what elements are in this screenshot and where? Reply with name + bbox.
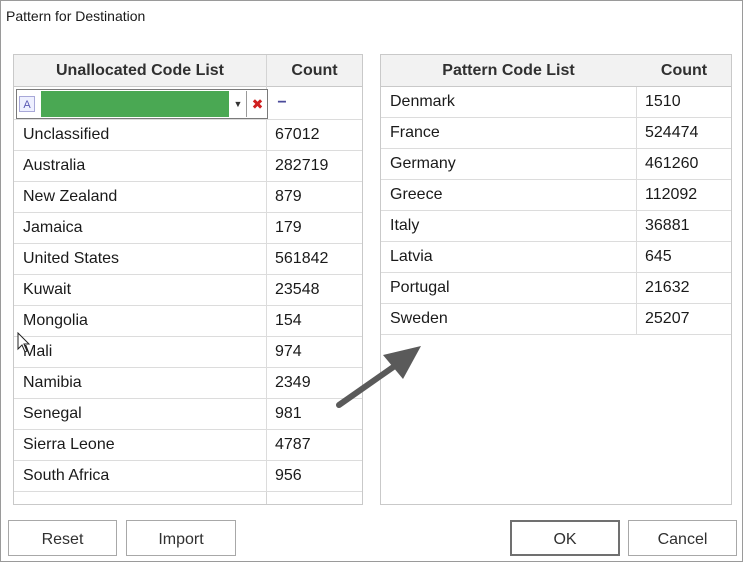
- dialog-title: Pattern for Destination: [6, 8, 146, 24]
- table-row[interactable]: Italy 36881: [381, 211, 731, 242]
- unallocated-grid-header: Unallocated Code List Count: [14, 55, 362, 87]
- row-name-cell: Latvia: [381, 242, 637, 272]
- row-count-cell: 25207: [645, 310, 690, 327]
- count-filter-minus[interactable]: −: [275, 89, 289, 117]
- filter-value-field[interactable]: [41, 91, 229, 117]
- row-count-cell: 154: [275, 312, 302, 329]
- row-name-cell: Mongolia: [14, 306, 267, 336]
- table-row[interactable]: Unclassified 67012: [14, 120, 362, 151]
- filter-operator-icon[interactable]: A: [19, 96, 35, 112]
- ok-button[interactable]: OK: [510, 520, 620, 556]
- table-row[interactable]: Greece 112092: [381, 180, 731, 211]
- row-name-cell: Sierra Leone: [14, 430, 267, 460]
- cancel-button[interactable]: Cancel: [628, 520, 737, 556]
- row-count-cell: 1510: [645, 93, 681, 110]
- table-row[interactable]: Jamaica 179: [14, 213, 362, 244]
- row-count-cell: 23548: [275, 281, 320, 298]
- row-name-cell: New Zealand: [14, 182, 267, 212]
- table-row[interactable]: Australia 282719: [14, 151, 362, 182]
- clear-filter-icon[interactable]: ✖: [246, 91, 268, 117]
- row-name-cell: Senegal: [14, 399, 267, 429]
- mouse-cursor-icon: [17, 332, 31, 353]
- pattern-code-list-header[interactable]: Pattern Code List: [381, 55, 636, 86]
- import-button[interactable]: Import: [126, 520, 236, 556]
- table-row[interactable]: Namibia 2349: [14, 368, 362, 399]
- pattern-code-grid: Pattern Code List Count Denmark 1510 Franc…: [380, 54, 732, 505]
- row-count-cell: 4787: [275, 436, 311, 453]
- drag-arrow-icon: [336, 346, 421, 408]
- row-name-cell: Namibia: [14, 368, 267, 398]
- row-name-cell: Mali: [14, 337, 267, 367]
- row-name-cell: France: [381, 118, 637, 148]
- row-name-cell: Jamaica: [14, 213, 267, 243]
- row-name-cell: Sweden: [381, 304, 637, 334]
- row-count-cell: 524474: [645, 124, 699, 141]
- table-row[interactable]: New Zealand 879: [14, 182, 362, 213]
- row-count-cell: 645: [645, 248, 672, 265]
- row-name-cell: Australia: [14, 151, 267, 181]
- unallocated-code-list-header[interactable]: Unallocated Code List: [14, 55, 266, 86]
- row-name-cell: Unclassified: [14, 120, 267, 150]
- table-row[interactable]: Senegal 981: [14, 399, 362, 430]
- row-name-cell: Kuwait: [14, 275, 267, 305]
- reset-button[interactable]: Reset: [8, 520, 117, 556]
- table-row[interactable]: United States 561842: [14, 244, 362, 275]
- row-name-cell: United States: [14, 244, 267, 274]
- row-name-cell: Denmark: [381, 87, 637, 117]
- filter-input[interactable]: A ▼ ✖: [16, 89, 268, 119]
- row-count-cell: 67012: [275, 126, 320, 143]
- unallocated-code-grid: Unallocated Code List Count A ▼ ✖ − Uncl…: [13, 54, 363, 505]
- table-row[interactable]: Portugal 21632: [381, 273, 731, 304]
- table-row[interactable]: Mali 974: [14, 337, 362, 368]
- row-name-cell: Greece: [381, 180, 637, 210]
- table-row[interactable]: Germany 461260: [381, 149, 731, 180]
- row-count-cell: 879: [275, 188, 302, 205]
- filter-row: A ▼ ✖ −: [14, 87, 362, 120]
- table-row[interactable]: Sierra Leone 4787: [14, 430, 362, 461]
- pattern-rows: Denmark 1510 France 524474 Germany 461260 Gree…: [381, 87, 731, 335]
- pattern-grid-header: Pattern Code List Count: [381, 55, 731, 87]
- row-count-cell: 461260: [645, 155, 699, 172]
- row-count-cell: 21632: [645, 279, 690, 296]
- row-name-cell: Germany: [381, 149, 637, 179]
- table-row[interactable]: Kuwait 23548: [14, 275, 362, 306]
- row-count-cell: 36881: [645, 217, 690, 234]
- pattern-count-header[interactable]: Count: [637, 55, 731, 86]
- table-row[interactable]: Latvia 645: [381, 242, 731, 273]
- unallocated-count-header[interactable]: Count: [267, 55, 362, 86]
- row-count-cell: 112092: [645, 186, 698, 203]
- table-row[interactable]: Mongolia 154: [14, 306, 362, 337]
- row-count-cell: 561842: [275, 250, 329, 267]
- row-name-cell: Italy: [381, 211, 637, 241]
- table-row[interactable]: Sweden 25207: [381, 304, 731, 335]
- table-row[interactable]: South Africa 956: [14, 461, 362, 492]
- row-name-cell: South Africa: [14, 461, 267, 491]
- row-name-cell: Portugal: [381, 273, 637, 303]
- table-row[interactable]: Denmark 1510: [381, 87, 731, 118]
- row-count-cell: 282719: [275, 157, 329, 174]
- row-count-cell: 179: [275, 219, 302, 236]
- chevron-down-icon[interactable]: ▼: [231, 91, 245, 117]
- dialog-window: Pattern for Destination Unallocated Code…: [0, 0, 743, 562]
- unallocated-rows: Unclassified 67012 Australia 282719 New Zeal…: [14, 120, 362, 492]
- table-row[interactable]: France 524474: [381, 118, 731, 149]
- row-count-cell: 956: [275, 467, 302, 484]
